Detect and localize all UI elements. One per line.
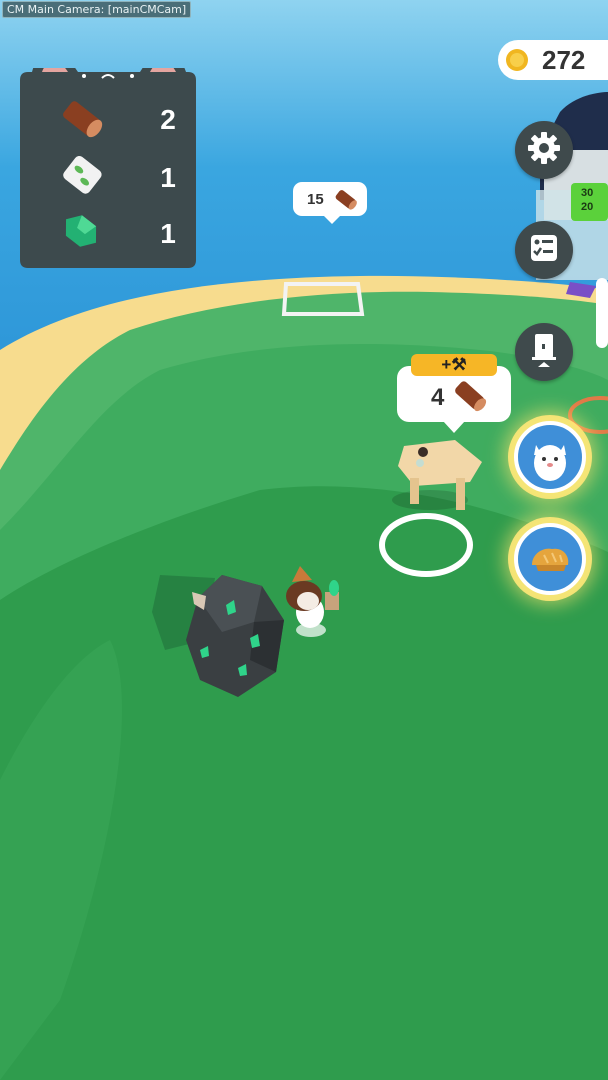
wood-log-icon: [58, 98, 104, 142]
bubble-tail: [443, 421, 465, 433]
wood-log-icon: [451, 376, 489, 418]
leaf-count: 1: [160, 162, 176, 193]
remote-sign-value-1: 30: [581, 187, 594, 199]
bubble-tail: [322, 214, 342, 224]
bread-food-button[interactable]: [514, 523, 586, 595]
coin-amount: 272: [542, 45, 586, 75]
leaf-scroll-icon: [58, 152, 104, 202]
coin-counter: 272: [498, 40, 608, 80]
coin-icon: [505, 48, 529, 76]
cat-character-button[interactable]: [514, 421, 586, 493]
offscreen-bubble: [596, 278, 608, 348]
gear-icon: [526, 130, 562, 170]
settings-button[interactable]: [515, 121, 573, 179]
upgrade-cost-amount: 4: [431, 384, 445, 411]
quest-list-button[interactable]: [515, 221, 573, 279]
cat-character-icon: [522, 427, 578, 487]
remote-sign-values: 30 20: [581, 186, 593, 214]
bread-food-icon: [522, 529, 578, 589]
inventory-panel: 2 1 1: [20, 68, 196, 268]
exit-door-button[interactable]: [515, 323, 573, 381]
camera-debug-label: CM Main Camera: [mainCMCam]: [2, 1, 192, 18]
remote-sign-value-2: 20: [581, 201, 594, 213]
quest-list-icon: [526, 230, 562, 270]
door-upgrade-icon: [526, 330, 562, 374]
crystal-count: 1: [160, 218, 176, 249]
green-crystal-icon: [58, 208, 104, 258]
wood-log-icon: [333, 186, 359, 216]
build-cost-amount: 15: [307, 191, 324, 208]
wood-count: 2: [160, 104, 176, 135]
upgrade-badge: +⚒: [411, 354, 497, 376]
build-cost-bubble: 15: [293, 182, 367, 216]
